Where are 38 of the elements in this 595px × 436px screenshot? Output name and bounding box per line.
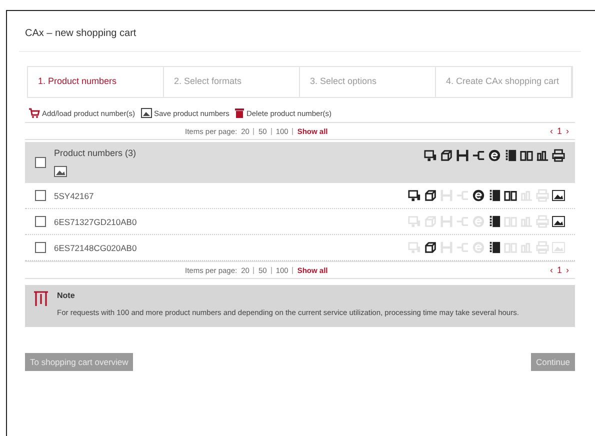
checkbox[interactable] (35, 157, 46, 168)
connector-icon[interactable] (472, 149, 485, 162)
product-number: 5SY42167 (54, 190, 94, 200)
monitor-icon[interactable] (408, 189, 421, 202)
note-title: Note (57, 291, 76, 300)
image-icon[interactable] (552, 216, 565, 227)
checkbox[interactable] (35, 242, 46, 253)
list-icon[interactable] (504, 149, 517, 162)
e-icon[interactable] (472, 189, 485, 202)
checkbox[interactable] (35, 190, 46, 201)
next-page-link[interactable]: › (566, 126, 569, 136)
printer-icon[interactable] (552, 149, 565, 162)
cart-icon (29, 108, 40, 118)
cube-icon[interactable] (424, 189, 437, 202)
cube-icon[interactable] (424, 241, 437, 254)
h-beam-icon[interactable] (456, 149, 469, 162)
next-page-link[interactable]: › (566, 265, 569, 275)
step-tab[interactable]: 1. Product numbers (28, 67, 164, 97)
product-number: 6ES71327GD210AB0 (54, 216, 137, 226)
list-icon[interactable] (488, 241, 501, 254)
e-icon[interactable] (488, 149, 501, 162)
page-number: 1 (556, 265, 562, 275)
image-icon[interactable] (552, 190, 565, 201)
chart-icon[interactable] (536, 149, 549, 162)
image-icon (140, 108, 152, 118)
cube-icon[interactable] (440, 149, 453, 162)
checkbox[interactable] (35, 216, 46, 227)
previous-page-link[interactable]: ‹ (550, 126, 553, 136)
monitor-icon[interactable] (424, 149, 437, 162)
trash-icon (235, 108, 244, 118)
column-header: Product numbers (3) (54, 148, 138, 158)
list-icon[interactable] (488, 215, 501, 228)
page-number: 1 (556, 126, 562, 136)
image-icon[interactable] (54, 166, 67, 177)
list-icon[interactable] (488, 189, 501, 202)
window-title: CAx – new shopping cart (19, 11, 581, 52)
previous-page-link[interactable]: ‹ (550, 265, 553, 275)
product-number: 6ES72148CG020AB0 (54, 242, 137, 252)
